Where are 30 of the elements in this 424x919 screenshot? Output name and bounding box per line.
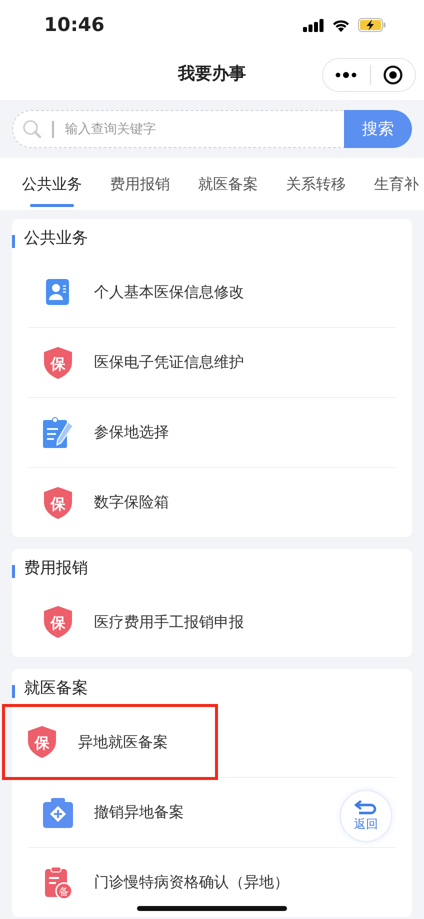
search-icon bbox=[22, 119, 42, 139]
service-item[interactable]: 个人基本医保信息修改 bbox=[28, 257, 396, 327]
close-icon[interactable] bbox=[382, 65, 403, 85]
tab[interactable]: 生育补 bbox=[374, 158, 419, 210]
shield-icon: 保 bbox=[42, 346, 74, 380]
tab[interactable]: 关系转移 bbox=[286, 158, 346, 210]
more-icon[interactable] bbox=[335, 72, 358, 78]
service-item[interactable]: 保 数字保险箱 bbox=[28, 467, 396, 537]
medical-kit-icon bbox=[42, 796, 74, 828]
shield-icon: 保 bbox=[42, 605, 74, 639]
profile-card-icon bbox=[45, 278, 71, 306]
shield-icon: 保 bbox=[26, 725, 58, 759]
service-item[interactable]: 保 医保电子凭证信息维护 bbox=[28, 327, 396, 397]
search-field[interactable]: 输入查询关键字 bbox=[12, 110, 344, 148]
section-title: 公共业务 bbox=[24, 227, 88, 249]
page-title: 我要办事 bbox=[178, 63, 246, 86]
tab[interactable]: 就医备案 bbox=[198, 158, 258, 210]
signal-icon bbox=[303, 18, 324, 32]
tab[interactable]: 费用报销 bbox=[110, 158, 170, 210]
shield-icon: 保 bbox=[42, 486, 74, 520]
service-item[interactable]: 保 医疗费用手工报销申报 bbox=[28, 587, 396, 657]
clipboard-pen-icon bbox=[42, 416, 74, 448]
service-item[interactable]: 保 异地就医备案 bbox=[5, 707, 215, 777]
section-title: 费用报销 bbox=[24, 557, 88, 579]
tab[interactable]: 公共业务 bbox=[22, 158, 82, 210]
section-title: 就医备案 bbox=[24, 677, 88, 699]
status-time: 10:46 bbox=[44, 12, 104, 38]
wifi-icon bbox=[332, 18, 350, 32]
service-item[interactable]: 参保地选择 bbox=[28, 397, 396, 467]
return-arrow-icon bbox=[354, 799, 378, 815]
